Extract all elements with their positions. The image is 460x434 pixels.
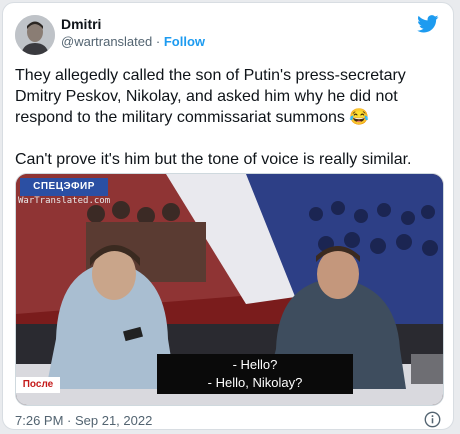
- subtitle-line-1: - Hello?: [232, 357, 278, 372]
- follow-link[interactable]: Follow: [164, 34, 205, 49]
- corner-tag: После: [16, 377, 60, 393]
- twitter-bird-icon[interactable]: [417, 15, 439, 38]
- tweet-text: They allegedly called the son of Putin's…: [15, 67, 412, 168]
- subtitle-line-2: - Hello, Nikolay?: [207, 375, 303, 390]
- author-handle-row: @wartranslated · Follow: [61, 34, 205, 49]
- separator-dot: ·: [155, 34, 161, 49]
- avatar[interactable]: [15, 15, 55, 55]
- info-icon[interactable]: [424, 411, 441, 429]
- author-handle[interactable]: @wartranslated: [61, 34, 152, 49]
- author-name[interactable]: Dmitri: [61, 16, 101, 32]
- video-thumbnail[interactable]: СПЕЦЭФИР WarTranslated.com После - Hello…: [15, 173, 444, 406]
- tweet-timestamp[interactable]: 7:26 PM · Sep 21, 2022: [15, 413, 152, 428]
- video-subtitles: - Hello? - Hello, Nikolay?: [157, 354, 353, 394]
- avatar-image: [15, 15, 55, 55]
- tweet-card: Dmitri @wartranslated · Follow They alle…: [2, 2, 454, 430]
- channel-logo: СПЕЦЭФИР: [20, 178, 108, 196]
- watermark-text: WarTranslated.com: [18, 196, 111, 206]
